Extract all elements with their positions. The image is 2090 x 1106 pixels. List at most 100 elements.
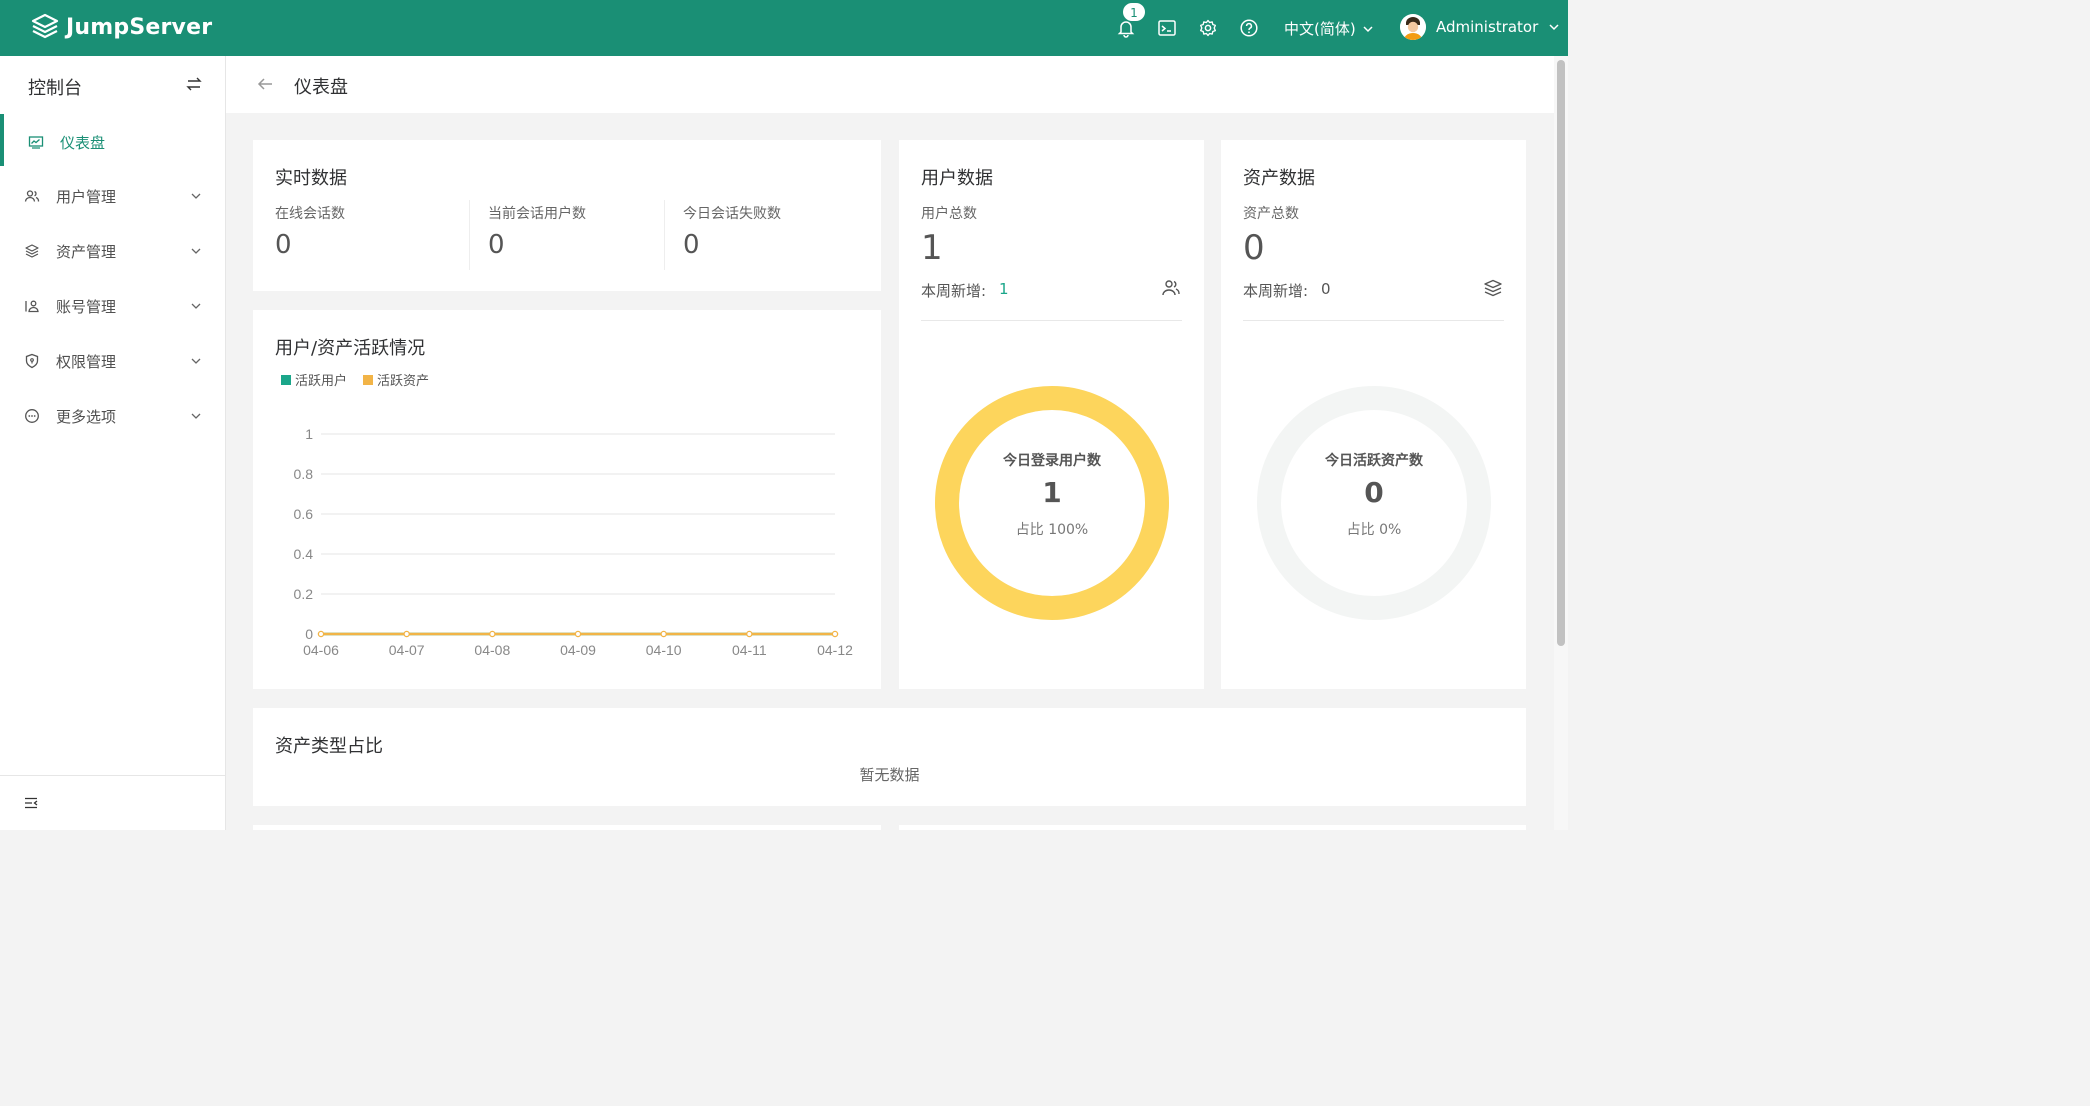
swap-view-icon[interactable] — [186, 76, 202, 92]
x-tick-label: 04-11 — [732, 642, 767, 658]
account-icon — [25, 300, 39, 313]
users-icon — [1162, 280, 1180, 296]
language-select[interactable]: 中文(简体) — [1284, 18, 1374, 39]
sidebar-item-label: 权限管理 — [56, 352, 117, 371]
back-arrow-icon[interactable] — [256, 75, 274, 93]
data-point — [403, 630, 410, 638]
x-tick-label: 04-10 — [646, 642, 682, 658]
sidebar-item-more-options[interactable]: 更多选项 — [0, 396, 225, 436]
sidebar-item-label: 仪表盘 — [60, 133, 106, 152]
terminal-icon[interactable] — [1157, 18, 1177, 38]
sidebar-item-dashboard[interactable]: 仪表盘 — [0, 122, 225, 162]
asset-data-card: 资产数据 资产总数 0 本周新增: 0 今日活跃资产数 0 占比 0% — [1221, 140, 1526, 689]
chevron-down-icon — [1549, 24, 1559, 31]
data-point — [831, 630, 839, 638]
week-new-label: 本周新增: — [921, 282, 987, 300]
card-title: 实时数据 — [275, 168, 347, 189]
language-label: 中文(简体) — [1284, 20, 1356, 38]
card-title: 用户数据 — [921, 168, 993, 189]
x-tick-label: 04-06 — [303, 642, 339, 658]
user-total-label: 用户总数 — [921, 206, 977, 222]
x-tick-label: 04-12 — [817, 642, 853, 658]
more-icon — [25, 409, 39, 423]
chevron-down-icon — [191, 193, 201, 199]
x-tick-label: 04-09 — [560, 642, 596, 658]
donut-percent: 占比 100% — [1015, 522, 1089, 538]
notification-badge: 1 — [1122, 2, 1146, 22]
metric-value: 0 — [488, 230, 505, 260]
sidebar: 控制台 仪表盘 用户管理 资产管理 账号管理 权限管理 更多选项 — [0, 56, 226, 830]
y-tick-label: 0.4 — [294, 546, 314, 562]
donut-value: 0 — [1364, 476, 1384, 509]
chevron-down-icon — [191, 413, 201, 419]
data-point — [660, 630, 667, 638]
page-title: 仪表盘 — [294, 77, 348, 98]
activity-chart-card: 用户/资产活跃情况 活跃用户 活跃资产 0 0.2 0.4 0.6 0.8 1 04-06 0… — [253, 310, 881, 689]
asset-total-label: 资产总数 — [1243, 206, 1299, 222]
x-tick-label: 04-07 — [389, 642, 425, 658]
sidebar-item-permission-management[interactable]: 权限管理 — [0, 341, 225, 381]
collapse-menu-icon[interactable] — [24, 797, 38, 809]
username: Administrator — [1436, 18, 1539, 36]
y-tick-label: 0.6 — [294, 506, 314, 522]
user-total-value: 1 — [921, 228, 943, 268]
divider — [921, 320, 1182, 321]
avatar — [1400, 14, 1426, 40]
donut-title: 今日登录用户数 — [1003, 453, 1101, 469]
realtime-card: 实时数据 在线会话数 0 当前会话用户数 0 今日会话失败数 0 — [253, 140, 881, 291]
card-title: 资产数据 — [1243, 168, 1315, 189]
divider — [1243, 320, 1504, 321]
sidebar-item-account-management[interactable]: 账号管理 — [0, 286, 225, 326]
user-menu[interactable]: Administrator — [1400, 14, 1560, 40]
shield-icon — [25, 353, 39, 369]
top-bar: JumpServer 1 中文(简体) Administrator — [0, 0, 1568, 56]
data-point — [746, 630, 753, 638]
donut-title: 今日活跃资产数 — [1325, 453, 1423, 469]
brand-name: JumpServer — [66, 14, 213, 40]
dashboard-icon — [28, 136, 44, 149]
next-card — [899, 825, 1526, 830]
jumpserver-logo-icon — [31, 13, 59, 39]
empty-state: 暂无数据 — [859, 766, 920, 784]
sidebar-item-label: 更多选项 — [56, 407, 117, 426]
week-new-value: 0 — [1321, 280, 1331, 298]
asset-type-card: 资产类型占比 暂无数据 — [253, 708, 1526, 806]
data-point — [489, 630, 496, 638]
chevron-down-icon — [1363, 25, 1373, 32]
sidebar-item-label: 账号管理 — [56, 297, 117, 316]
metric-label: 当前会话用户数 — [488, 206, 586, 222]
donut-value: 1 — [1042, 476, 1062, 509]
chevron-down-icon — [191, 248, 201, 254]
layers-icon — [1484, 279, 1502, 297]
metric-value: 0 — [275, 230, 292, 260]
donut-percent: 占比 0% — [1346, 522, 1402, 538]
metric-label: 今日会话失败数 — [683, 206, 781, 222]
sidebar-item-asset-management[interactable]: 资产管理 — [0, 231, 225, 271]
sidebar-item-user-management[interactable]: 用户管理 — [0, 176, 225, 216]
help-icon[interactable] — [1239, 18, 1259, 38]
data-point — [317, 630, 325, 638]
page-header: 仪表盘 — [226, 56, 1554, 113]
scrollbar-thumb[interactable] — [1557, 60, 1565, 646]
sidebar-item-label: 用户管理 — [56, 187, 117, 206]
activity-line-chart: 0 0.2 0.4 0.6 0.8 1 04-06 04-07 04-08 04-09 04-10 0… — [294, 426, 854, 658]
y-tick-label: 1 — [305, 426, 313, 442]
metric-value: 0 — [683, 230, 700, 260]
users-icon — [24, 190, 40, 202]
logo[interactable]: JumpServer — [30, 12, 212, 42]
y-tick-label: 0.8 — [294, 466, 314, 482]
week-new-label: 本周新增: — [1243, 282, 1309, 300]
chevron-down-icon — [191, 303, 201, 309]
asset-total-value: 0 — [1243, 228, 1265, 268]
divider — [664, 200, 665, 270]
sidebar-footer — [0, 775, 225, 830]
metric-label: 在线会话数 — [275, 206, 345, 222]
sidebar-title: 控制台 — [28, 78, 82, 99]
settings-icon[interactable] — [1198, 18, 1218, 38]
y-tick-label: 0 — [305, 626, 313, 642]
y-tick-label: 0.2 — [294, 586, 314, 602]
divider — [469, 200, 470, 270]
layers-icon — [25, 244, 39, 258]
chevron-down-icon — [191, 358, 201, 364]
x-tick-label: 04-08 — [474, 642, 510, 658]
